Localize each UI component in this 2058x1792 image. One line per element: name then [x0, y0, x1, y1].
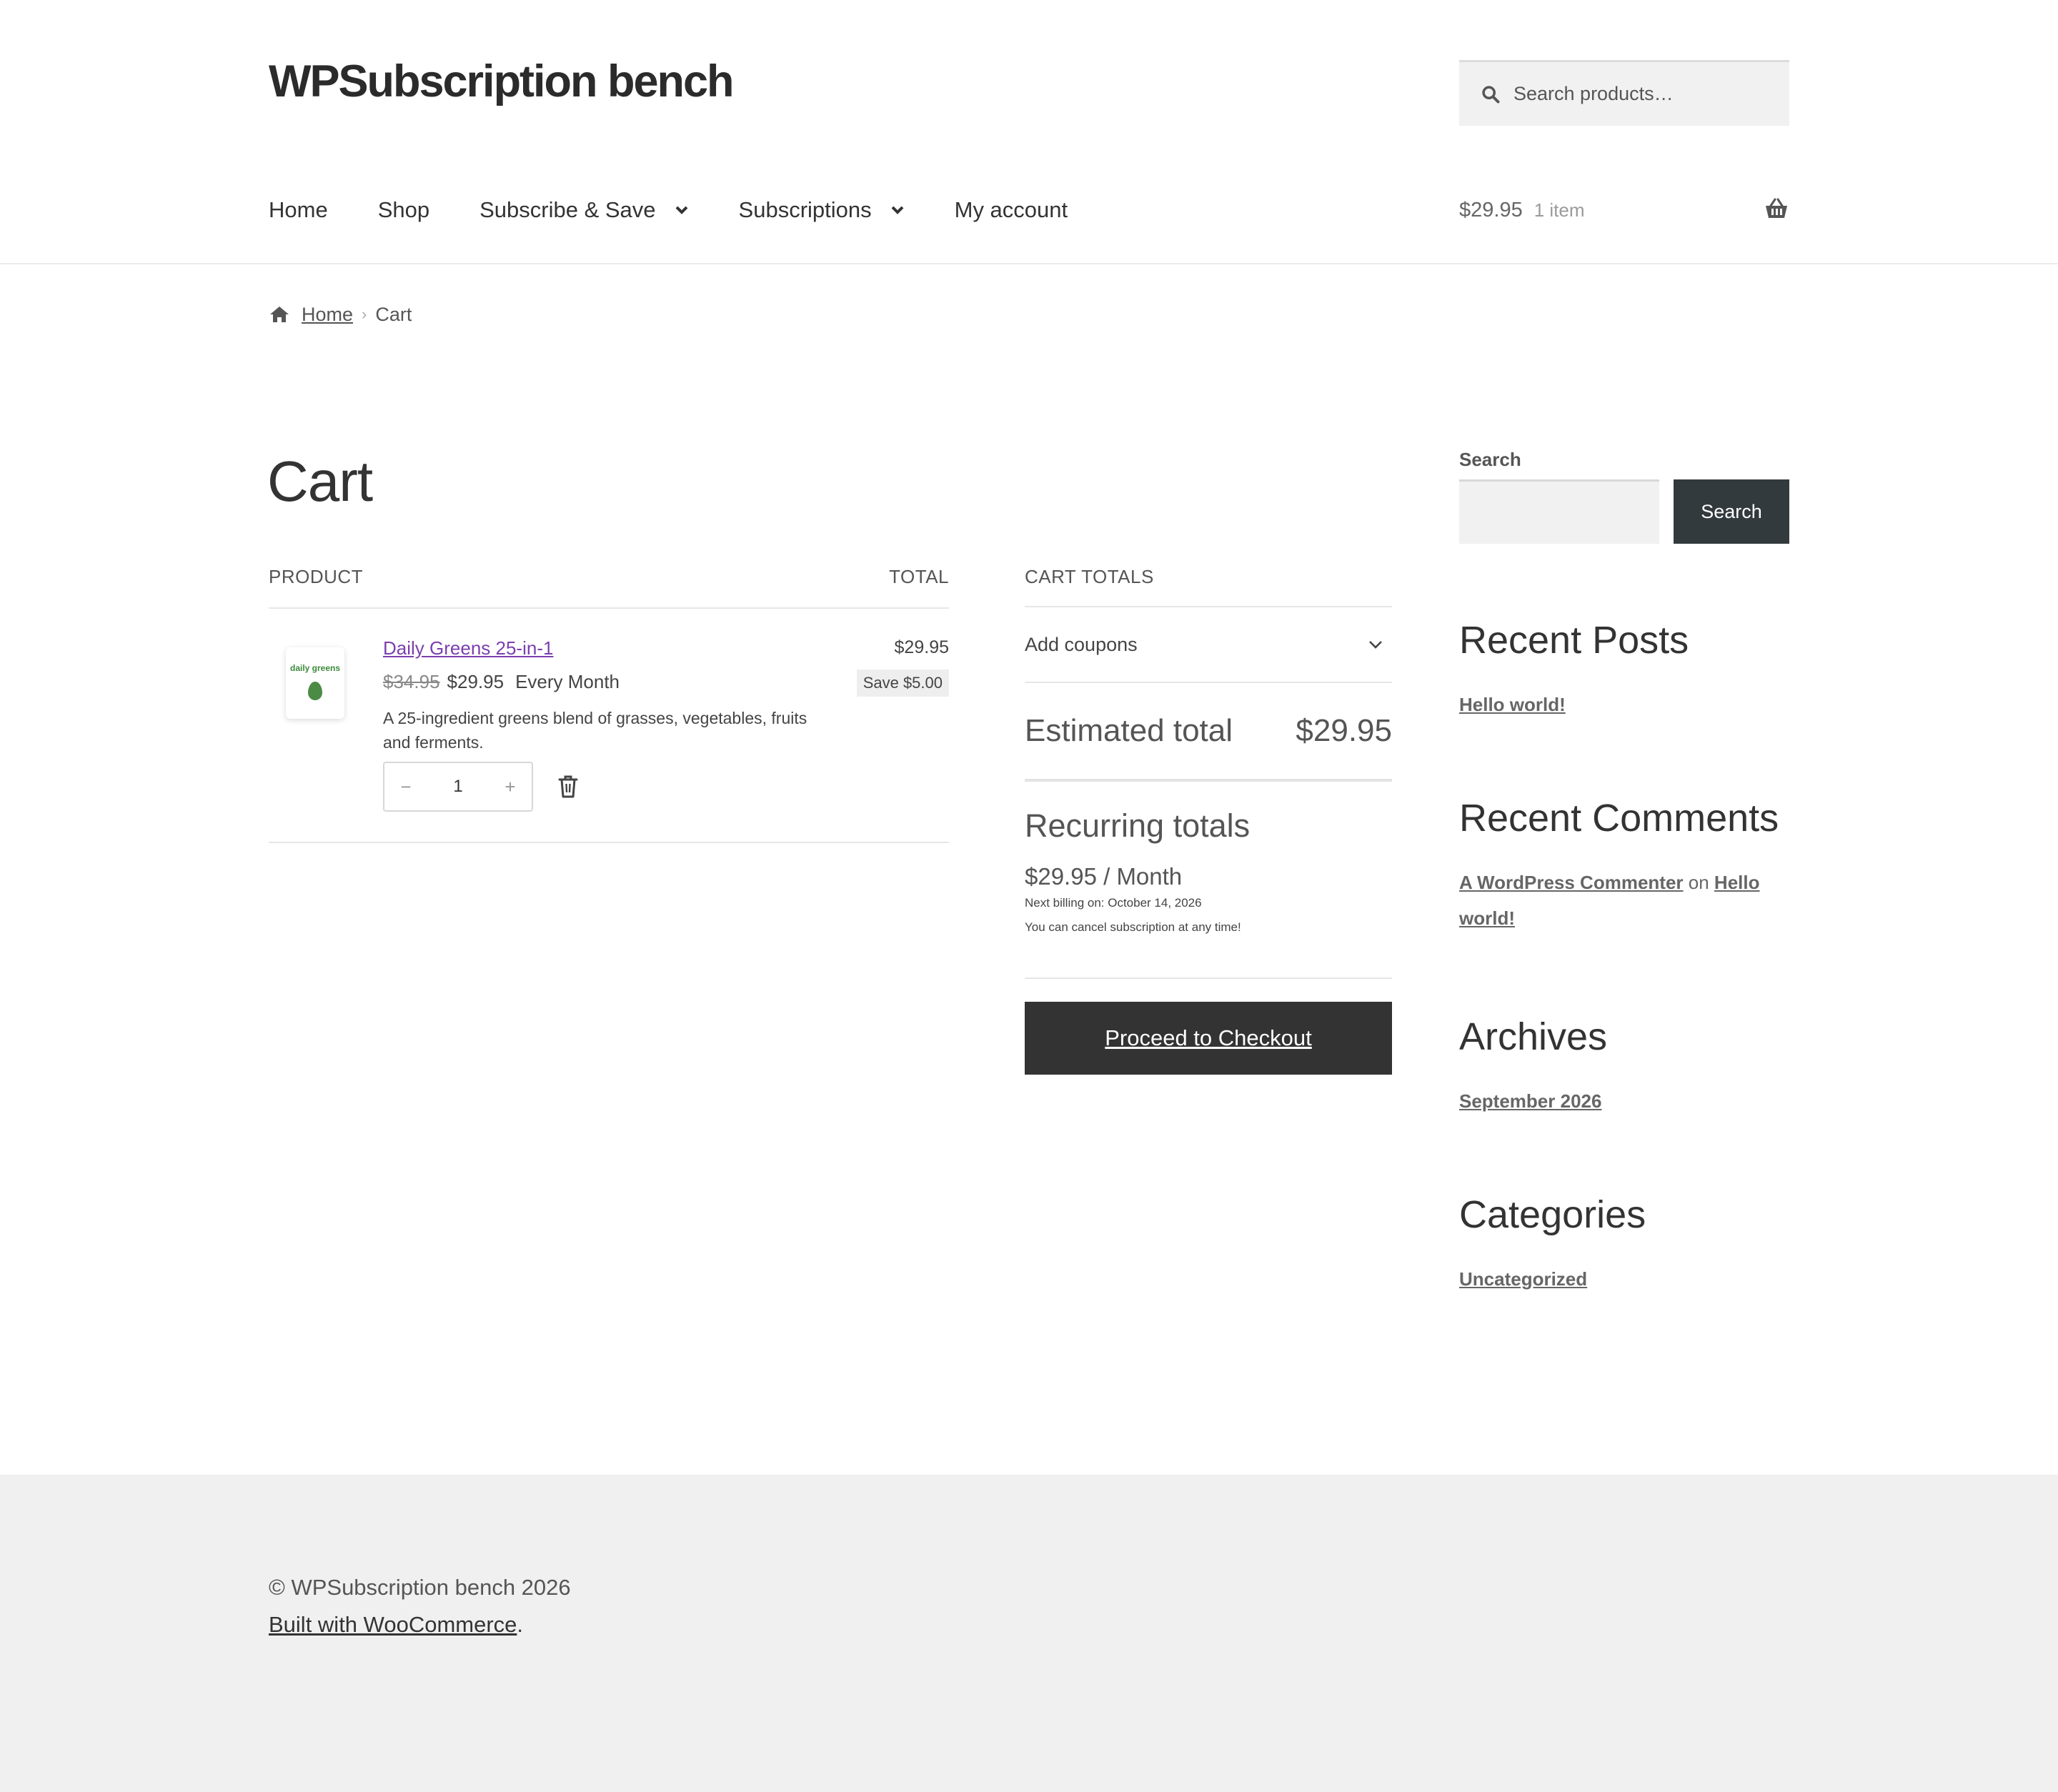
cart-table-header: PRODUCT TOTAL: [269, 557, 949, 609]
line-total: $29.95: [894, 637, 949, 657]
recurring-totals: Recurring totals $29.95 / Month Next bil…: [1025, 782, 1392, 979]
footer-built-with: Built with WooCommerce.: [269, 1612, 523, 1638]
chevron-down-icon: [891, 206, 904, 214]
archive-link[interactable]: September 2026: [1459, 1090, 1601, 1112]
site-title[interactable]: WPSubscription bench: [269, 56, 735, 107]
footer-period: .: [517, 1612, 524, 1637]
cart-totals: CART TOTALS Add coupons Estimated total …: [1025, 557, 1392, 1075]
table-row: daily greens Daily Greens 25-in-1 $34.95…: [269, 609, 949, 843]
header-cart[interactable]: $29.95 1 item: [1459, 194, 1789, 226]
home-icon: [270, 307, 289, 322]
quantity-decrease-button[interactable]: −: [384, 776, 427, 798]
cancel-note: You can cancel subscription at any time!: [1025, 920, 1241, 934]
recent-comment-item: A WordPress Commenter on Hello world!: [1459, 865, 1789, 936]
estimated-total-value: $29.95: [1296, 713, 1392, 748]
recent-posts-title: Recent Posts: [1459, 619, 1689, 662]
cart-table: PRODUCT TOTAL daily greens Daily Greens …: [269, 557, 949, 843]
header-search: [1459, 60, 1789, 126]
category-link[interactable]: Uncategorized: [1459, 1268, 1587, 1290]
nav-item-my-account[interactable]: My account: [955, 197, 1068, 223]
nav-item-label: My account: [954, 197, 1068, 222]
trash-icon[interactable]: [557, 775, 579, 799]
nav-item-label: Subscribe & Save: [479, 197, 656, 222]
product-billing-period: Every Month: [515, 671, 620, 692]
product-thumbnail-label: daily greens: [289, 663, 341, 673]
product-price-line: $34.95 $29.95 Every Month: [383, 671, 826, 693]
nav-item-subscribe-save[interactable]: Subscribe & Save: [479, 197, 688, 223]
nav-item-label: Shop: [377, 197, 430, 222]
quantity-increase-button[interactable]: +: [489, 776, 532, 798]
product-old-price: $34.95: [383, 671, 440, 692]
recurring-price: $29.95 / Month: [1025, 863, 1183, 890]
breadcrumb-home-link[interactable]: Home: [302, 304, 353, 326]
proceed-to-checkout-button[interactable]: Proceed to Checkout: [1025, 1002, 1392, 1075]
sidebar-search-button[interactable]: Search: [1674, 479, 1789, 544]
quantity-controls: − 1 +: [383, 762, 826, 812]
main-nav: Home Shop Subscribe & Save Subscriptions…: [269, 191, 1118, 229]
column-header-product: PRODUCT: [269, 566, 364, 587]
archives-title: Archives: [1459, 1015, 1608, 1058]
quantity-stepper: − 1 +: [383, 762, 533, 812]
nav-item-subscriptions[interactable]: Subscriptions: [739, 197, 905, 223]
quantity-value[interactable]: 1: [453, 777, 462, 797]
site-footer: © WPSubscription bench 2026 Built with W…: [0, 1475, 2058, 1792]
breadcrumb-current: Cart: [375, 303, 412, 325]
basket-icon: [1766, 198, 1787, 218]
sidebar-search: Search: [1459, 479, 1789, 544]
save-badge: Save $5.00: [856, 669, 949, 697]
nav-item-shop[interactable]: Shop: [378, 197, 429, 223]
product-name-link[interactable]: Daily Greens 25-in-1: [383, 637, 553, 659]
column-header-total: TOTAL: [889, 566, 949, 587]
product-price: $29.95: [447, 671, 504, 692]
search-icon: [1482, 85, 1500, 103]
header-cart-amount: $29.95: [1459, 198, 1523, 221]
add-coupons-toggle[interactable]: Add coupons: [1025, 607, 1392, 683]
comment-author-link[interactable]: A WordPress Commenter: [1459, 872, 1684, 893]
breadcrumb: Home › Cart: [269, 300, 412, 329]
next-billing-date: Next billing on: October 14, 2026: [1025, 896, 1202, 910]
footer-copyright: © WPSubscription bench 2026: [269, 1575, 571, 1600]
sidebar: Search Search Recent Posts Hello world! …: [1459, 449, 1789, 1290]
categories-title: Categories: [1459, 1193, 1646, 1236]
header-search-input[interactable]: [1512, 82, 1779, 106]
chevron-down-icon: [675, 206, 687, 214]
comment-on-text: on: [1688, 872, 1709, 893]
product-thumbnail[interactable]: daily greens: [286, 647, 344, 719]
product-description: A 25-ingredient greens blend of grasses,…: [383, 709, 807, 752]
site-header: WPSubscription bench Home Shop Subscribe…: [0, 0, 2058, 264]
sidebar-search-input[interactable]: [1459, 479, 1659, 544]
header-cart-count: 1 item: [1533, 199, 1585, 221]
recent-comments-title: Recent Comments: [1459, 797, 1779, 840]
product-info: Daily Greens 25-in-1 $34.95 $29.95 Every…: [383, 637, 826, 812]
sidebar-search-label: Search: [1459, 449, 1521, 470]
nav-item-label: Subscriptions: [738, 197, 872, 222]
estimated-total-row: Estimated total $29.95: [1025, 683, 1392, 782]
nav-item-home[interactable]: Home: [269, 197, 328, 223]
estimated-total-label: Estimated total: [1025, 713, 1233, 748]
page-title: Cart: [267, 449, 373, 513]
nav-item-label: Home: [269, 197, 328, 222]
recurring-totals-title: Recurring totals: [1025, 807, 1251, 844]
recent-post-link[interactable]: Hello world!: [1459, 694, 1566, 715]
breadcrumb-separator-icon: ›: [362, 305, 367, 323]
woocommerce-link[interactable]: Built with WooCommerce: [269, 1612, 517, 1637]
row-total: $29.95 Save $5.00: [856, 637, 949, 697]
add-coupons-label: Add coupons: [1025, 633, 1138, 655]
cart-totals-heading: CART TOTALS: [1025, 557, 1392, 607]
leaf-icon: [308, 682, 322, 700]
chevron-down-icon: [1369, 641, 1382, 649]
